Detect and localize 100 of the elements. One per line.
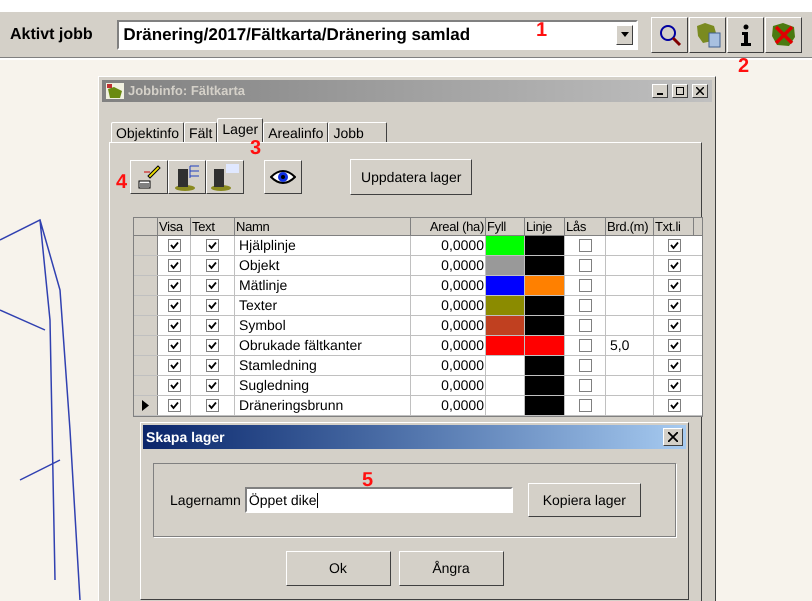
checkbox[interactable] xyxy=(168,319,180,332)
checkbox[interactable] xyxy=(168,239,180,252)
row-header[interactable] xyxy=(134,356,158,375)
tab[interactable]: Objektinfo xyxy=(111,122,184,142)
column-header[interactable]: Areal (ha) xyxy=(411,218,486,235)
table-cell: Obrukade fältkanter xyxy=(235,336,411,355)
field-label: Lagernamn xyxy=(170,490,241,510)
column-header[interactable]: Namn xyxy=(235,218,411,235)
column-header[interactable]: Linje xyxy=(525,218,565,235)
row-header[interactable] xyxy=(134,236,158,255)
checkbox[interactable] xyxy=(206,359,219,372)
line-color-swatch[interactable] xyxy=(525,276,564,295)
layer-list-icon[interactable] xyxy=(168,160,206,194)
checkbox[interactable] xyxy=(206,279,219,292)
checkbox[interactable] xyxy=(668,279,680,292)
row-header[interactable] xyxy=(134,336,158,355)
fill-color-swatch[interactable] xyxy=(486,296,524,315)
checkbox[interactable] xyxy=(168,299,180,312)
table-cell: Symbol xyxy=(235,316,411,335)
current-row-marker[interactable] xyxy=(134,396,158,415)
column-header[interactable]: Visa xyxy=(158,218,191,235)
checkbox[interactable] xyxy=(578,239,592,252)
tab[interactable]: Arealinfo xyxy=(263,122,328,142)
checkbox[interactable] xyxy=(206,299,219,312)
column-header[interactable]: Text xyxy=(191,218,235,235)
dialog-button[interactable]: Ok xyxy=(286,551,390,586)
close-icon[interactable] xyxy=(692,84,708,98)
close-icon[interactable] xyxy=(663,428,683,446)
row-header[interactable] xyxy=(134,276,158,295)
line-color-swatch[interactable] xyxy=(525,336,564,355)
checkbox[interactable] xyxy=(578,359,592,372)
line-color-swatch[interactable] xyxy=(525,376,564,395)
layer-name-field[interactable]: Öppet dike xyxy=(244,487,513,513)
caret-icon xyxy=(616,24,633,44)
column-header[interactable]: Lås xyxy=(565,218,606,235)
checkbox[interactable] xyxy=(168,259,180,272)
fill-color-swatch[interactable] xyxy=(486,336,524,355)
tab[interactable]: Fält xyxy=(184,122,218,142)
row-header[interactable] xyxy=(134,316,158,335)
line-color-swatch[interactable] xyxy=(525,316,564,335)
table-cell: Objekt xyxy=(235,256,411,275)
checkbox[interactable] xyxy=(578,279,592,292)
checkbox[interactable] xyxy=(168,279,180,292)
table-cell: Mätlinje xyxy=(235,276,411,295)
checkbox[interactable] xyxy=(578,339,592,352)
checkbox[interactable] xyxy=(578,399,592,412)
table-cell: Stamledning xyxy=(235,356,411,375)
info-icon[interactable] xyxy=(727,16,764,52)
checkbox[interactable] xyxy=(668,259,680,272)
checkbox[interactable] xyxy=(668,399,680,412)
checkbox[interactable] xyxy=(578,259,592,272)
checkbox[interactable] xyxy=(668,239,680,252)
checkbox[interactable] xyxy=(168,379,180,392)
line-color-swatch[interactable] xyxy=(525,236,564,255)
checkbox[interactable] xyxy=(668,299,680,312)
checkbox[interactable] xyxy=(168,339,180,352)
line-color-swatch[interactable] xyxy=(525,256,564,275)
column-header[interactable]: Txt.li xyxy=(654,218,694,235)
eye-icon[interactable] xyxy=(264,160,302,194)
checkbox[interactable] xyxy=(578,299,592,312)
checkbox[interactable] xyxy=(206,379,219,392)
row-header[interactable] xyxy=(134,296,158,315)
fill-color-swatch[interactable] xyxy=(486,316,524,335)
dialog-button[interactable]: Ångra xyxy=(398,551,504,586)
update-layers-button[interactable]: Uppdatera lager xyxy=(350,159,472,195)
delete-map-icon[interactable] xyxy=(765,16,802,52)
row-header[interactable] xyxy=(134,256,158,275)
maximize-icon[interactable] xyxy=(672,84,688,98)
search-icon[interactable] xyxy=(651,16,688,52)
checkbox[interactable] xyxy=(206,259,219,272)
checkbox[interactable] xyxy=(206,399,219,412)
edit-table-icon[interactable] xyxy=(130,160,168,194)
fill-color-swatch[interactable] xyxy=(486,256,524,275)
fill-color-swatch[interactable] xyxy=(486,236,524,255)
checkbox[interactable] xyxy=(206,339,219,352)
copy-layer-button[interactable]: Kopiera lager xyxy=(528,483,641,517)
checkbox[interactable] xyxy=(578,319,592,332)
minimize-icon[interactable] xyxy=(652,84,668,98)
line-color-swatch[interactable] xyxy=(525,296,564,315)
checkbox[interactable] xyxy=(668,339,680,352)
checkbox[interactable] xyxy=(578,379,592,392)
table-cell: Dräneringsbrunn xyxy=(235,396,411,415)
checkbox[interactable] xyxy=(168,399,180,412)
annotation-number: 4 xyxy=(116,172,128,192)
checkbox[interactable] xyxy=(668,319,680,332)
checkbox[interactable] xyxy=(206,239,219,252)
checkbox[interactable] xyxy=(668,379,680,392)
line-color-swatch[interactable] xyxy=(525,396,564,415)
table-cell: Hjälplinje xyxy=(235,236,411,255)
line-color-swatch[interactable] xyxy=(525,356,564,375)
layer-text-icon[interactable] xyxy=(206,160,244,194)
checkbox[interactable] xyxy=(206,319,219,332)
fill-color-swatch[interactable] xyxy=(486,276,524,295)
column-header[interactable]: Fyll xyxy=(486,218,525,235)
checkbox[interactable] xyxy=(168,359,180,372)
map-calculator-icon[interactable] xyxy=(689,16,726,52)
table-cell: Sugledning xyxy=(235,376,411,395)
tab[interactable]: Jobb xyxy=(328,122,387,142)
checkbox[interactable] xyxy=(668,359,680,372)
column-header[interactable]: Brd.(m) xyxy=(606,218,654,235)
